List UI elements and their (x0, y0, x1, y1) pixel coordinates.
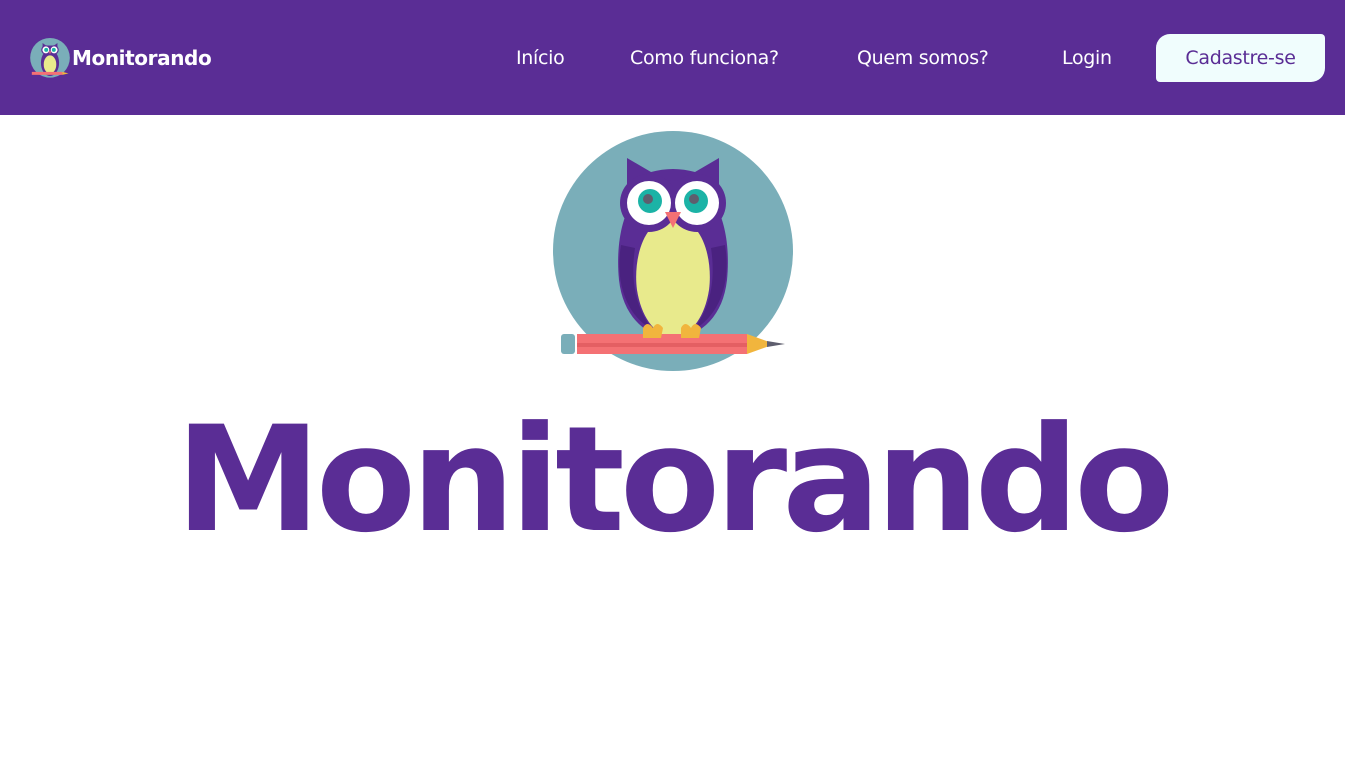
brand-name: Monitorando (72, 46, 212, 70)
nav-link-como-funciona[interactable]: Como funciona? (630, 44, 779, 72)
owl-on-pencil-icon (553, 131, 793, 371)
cadastre-se-button[interactable]: Cadastre-se (1156, 34, 1325, 82)
brand-home-link[interactable]: Monitorando (30, 37, 212, 79)
owl-logo-icon (30, 38, 70, 78)
hero-title: Monitorando (175, 395, 1175, 565)
nav-link-quem-somos[interactable]: Quem somos? (857, 44, 989, 72)
top-navbar: Monitorando Início Como funciona? Quem s… (0, 0, 1345, 115)
nav-link-login[interactable]: Login (1062, 44, 1112, 72)
nav-link-inicio[interactable]: Início (516, 44, 565, 72)
